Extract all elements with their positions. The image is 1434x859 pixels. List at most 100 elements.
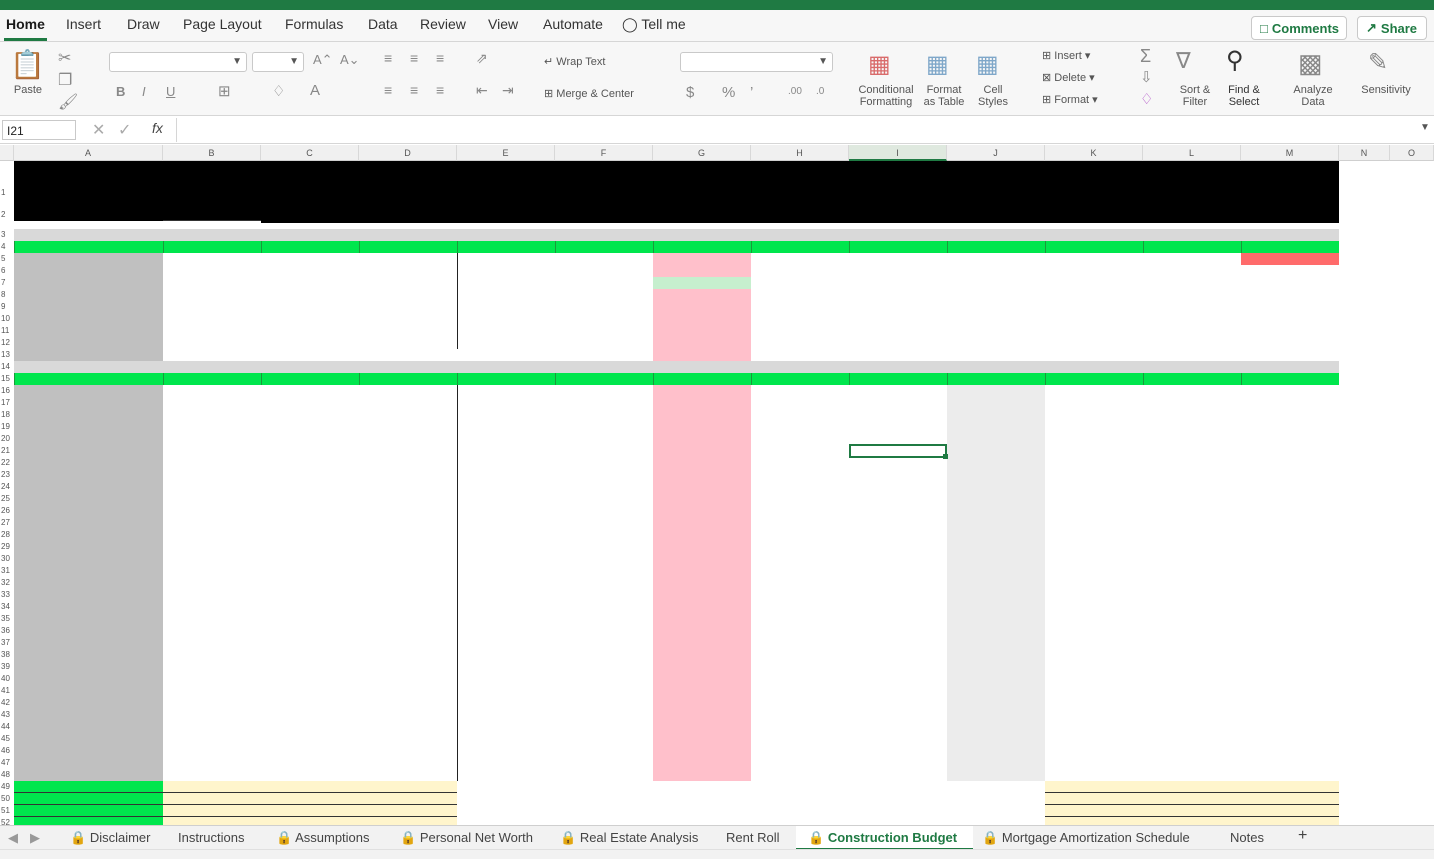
delete-cells-button[interactable]: ⊠ Delete ▾ — [1042, 72, 1095, 84]
column-header-e[interactable]: E — [457, 145, 555, 161]
data-cell[interactable] — [653, 349, 751, 361]
row-header[interactable]: 29 — [0, 541, 14, 553]
data-cell[interactable] — [359, 613, 457, 625]
data-cell[interactable] — [163, 625, 261, 637]
data-cell[interactable] — [14, 481, 163, 493]
data-cell[interactable] — [457, 265, 555, 277]
data-cell[interactable] — [359, 577, 457, 589]
data-cell[interactable] — [1143, 469, 1241, 481]
data-cell[interactable] — [261, 433, 359, 445]
data-cell[interactable] — [359, 265, 457, 277]
data-cell[interactable] — [14, 397, 163, 409]
data-cell[interactable] — [359, 469, 457, 481]
data-cell[interactable] — [653, 625, 751, 637]
font-color-icon[interactable]: A — [310, 82, 320, 99]
row-header[interactable]: 14 — [0, 361, 14, 373]
data-cell[interactable] — [14, 457, 163, 469]
data-cell[interactable] — [163, 493, 261, 505]
data-cell[interactable] — [359, 709, 457, 721]
data-cell[interactable] — [261, 589, 359, 601]
row-header[interactable]: 44 — [0, 721, 14, 733]
data-cell[interactable] — [1241, 673, 1339, 685]
data-cell[interactable] — [457, 625, 555, 637]
data-cell[interactable] — [261, 649, 359, 661]
tab-home[interactable]: Home — [4, 16, 47, 41]
data-cell[interactable] — [14, 505, 163, 517]
row-header[interactable]: 22 — [0, 457, 14, 469]
data-cell[interactable] — [1241, 637, 1339, 649]
data-cell[interactable] — [1241, 649, 1339, 661]
data-cell[interactable] — [163, 661, 261, 673]
total-cell[interactable] — [163, 805, 261, 817]
data-cell[interactable] — [14, 661, 163, 673]
data-cell[interactable] — [163, 385, 261, 397]
table-header-cell[interactable] — [947, 241, 1045, 253]
wrap-text-button[interactable]: ↵ Wrap Text — [544, 56, 605, 68]
decrease-indent-icon[interactable]: ⇤ — [476, 82, 488, 99]
data-cell[interactable] — [1241, 697, 1339, 709]
data-cell[interactable] — [359, 541, 457, 553]
data-cell[interactable] — [359, 337, 457, 349]
data-cell[interactable] — [359, 733, 457, 745]
analyze-data-label[interactable]: Analyze Data — [1288, 84, 1338, 108]
data-cell[interactable] — [261, 469, 359, 481]
conditional-formatting-icon[interactable]: ▦ — [868, 50, 891, 79]
data-cell[interactable] — [163, 433, 261, 445]
data-cell[interactable] — [1143, 505, 1241, 517]
data-cell[interactable] — [653, 469, 751, 481]
share-button[interactable]: ↗ Share — [1357, 16, 1427, 40]
data-cell[interactable] — [359, 649, 457, 661]
data-cell[interactable] — [1143, 493, 1241, 505]
data-cell[interactable] — [359, 481, 457, 493]
data-cell[interactable] — [653, 325, 751, 337]
borders-icon[interactable]: ⊞ — [218, 82, 231, 100]
format-cells-button[interactable]: ⊞ Format ▾ — [1042, 94, 1098, 106]
data-cell[interactable] — [1241, 625, 1339, 637]
data-cell[interactable] — [261, 529, 359, 541]
data-cell[interactable] — [653, 457, 751, 469]
data-cell[interactable] — [359, 397, 457, 409]
data-cell[interactable] — [653, 301, 751, 313]
total-cell[interactable] — [1241, 781, 1339, 793]
data-cell[interactable] — [653, 445, 751, 457]
data-cell[interactable] — [457, 505, 555, 517]
data-cell[interactable] — [14, 613, 163, 625]
data-cell[interactable] — [261, 769, 359, 781]
data-cell[interactable] — [1143, 697, 1241, 709]
data-cell[interactable] — [1045, 685, 1143, 697]
total-cell[interactable] — [14, 781, 163, 793]
data-cell[interactable] — [457, 673, 555, 685]
data-cell[interactable] — [14, 325, 163, 337]
data-cell[interactable] — [261, 313, 359, 325]
data-cell[interactable] — [359, 409, 457, 421]
data-cell[interactable] — [457, 721, 555, 733]
data-cell[interactable] — [1143, 397, 1241, 409]
data-cell[interactable] — [14, 433, 163, 445]
data-cell[interactable] — [1045, 721, 1143, 733]
data-cell[interactable] — [163, 577, 261, 589]
data-cell[interactable] — [653, 337, 751, 349]
data-cell[interactable] — [555, 397, 653, 409]
data-cell[interactable] — [1241, 745, 1339, 757]
data-cell[interactable] — [14, 709, 163, 721]
data-cell[interactable] — [14, 685, 163, 697]
data-cell[interactable] — [1045, 493, 1143, 505]
data-cell[interactable] — [457, 469, 555, 481]
data-cell[interactable] — [14, 529, 163, 541]
data-cell[interactable] — [261, 757, 359, 769]
data-cell[interactable] — [359, 277, 457, 289]
data-cell[interactable] — [359, 565, 457, 577]
row-header[interactable]: 9 — [0, 301, 14, 313]
data-cell[interactable] — [947, 409, 1045, 421]
data-cell[interactable] — [457, 409, 555, 421]
row-header[interactable]: 41 — [0, 685, 14, 697]
scroll-left-icon[interactable]: ◀ — [8, 830, 18, 846]
data-cell[interactable] — [163, 421, 261, 433]
data-cell[interactable] — [1045, 673, 1143, 685]
column-header-m[interactable]: M — [1241, 145, 1339, 161]
align-bottom-icon[interactable]: ≡ — [436, 50, 444, 66]
data-cell[interactable] — [261, 733, 359, 745]
row-header[interactable]: 5 — [0, 253, 14, 265]
data-cell[interactable] — [1241, 409, 1339, 421]
data-cell[interactable] — [1045, 457, 1143, 469]
